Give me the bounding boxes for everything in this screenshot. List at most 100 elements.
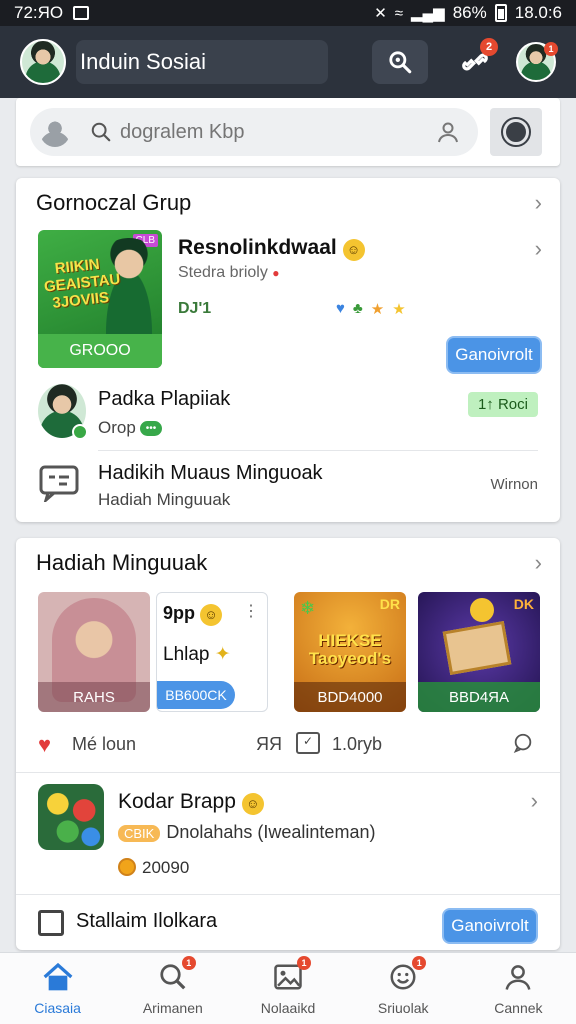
wifi-icon: ≈ [394, 4, 403, 22]
emoji-icon: ☺ [200, 603, 223, 626]
tile-line2: Lhlap ✦ [163, 644, 231, 665]
nav-label: Arimanen [142, 1000, 203, 1016]
nav-explore[interactable]: 1 Arimanen [115, 953, 230, 1024]
featured-group-meta: DJ'1 [178, 300, 212, 317]
gallery-tile[interactable]: 9pp ☺ ⋮ Lhlap ✦ BB600CK [156, 592, 268, 712]
vote-icon[interactable]: ✓ [296, 732, 320, 754]
nav-badge: 1 [181, 956, 196, 970]
tile-bar: BDD4000 [294, 682, 406, 712]
message-row[interactable]: Hadikih Muaus Minguoak Hadiah Minguuak W… [38, 458, 538, 514]
profile-filter-button[interactable] [490, 108, 542, 156]
app-chevron-icon[interactable]: › [531, 788, 538, 814]
like-label[interactable]: Mé loun [72, 734, 136, 755]
smiley-emoji-icon: ☺ [342, 238, 365, 261]
status-clock-right: 18.0:6 [514, 3, 562, 22]
member-rank-tag[interactable]: 1↑ Roci [467, 392, 538, 417]
more-options-icon[interactable]: ⋮ [243, 601, 259, 621]
status-bar: 72:ЯО ✕ ≈ ▂▄▆ 86% 18.0:6 [0, 0, 576, 26]
app-title[interactable]: Induin Sosiai [76, 40, 328, 84]
tile-bar: RAHS [38, 682, 150, 712]
app-title-text: Induin Sosiai [80, 49, 206, 74]
stall-title: Stallaim Ilolkara [76, 910, 218, 932]
featured-image-text: RIIKIN GEAISTAU 3JOVIIS [43, 255, 122, 312]
magnifier-icon [91, 122, 111, 142]
bottom-nav: Ciasaia 1 Arimanen 1 Nolaaikd 1 Sriuolak… [0, 952, 576, 1024]
chevron-right-icon[interactable]: › [535, 550, 542, 576]
nav-label: Ciasaia [34, 1000, 81, 1016]
tile-tag: DR [379, 596, 400, 612]
account-badge: 1 [544, 42, 558, 56]
weekly-card: Hadiah Minguuak › RAHS 9pp ☺ ⋮ Lhlap ✦ B… [16, 538, 560, 950]
app-subtitle: CBIK Dnolahahs (Iwealinteman) [118, 822, 375, 843]
stall-row[interactable]: Stallaim Ilolkara Ganoivrolt [38, 898, 538, 944]
sparkle-icon: ✦ [214, 644, 231, 665]
tile-pill-button[interactable]: BB600CK [157, 681, 235, 709]
nav-media[interactable]: 1 Nolaaikd [230, 953, 345, 1024]
app-icon [38, 784, 104, 850]
comment-icon[interactable] [512, 732, 534, 754]
dot-icon: ● [272, 266, 280, 280]
nav-activity[interactable]: 1 Sriuolak [346, 953, 461, 1024]
home-icon [41, 960, 75, 994]
chevron-right-icon[interactable]: › [535, 190, 542, 216]
notification-badge: 2 [480, 38, 498, 56]
message-subtitle: Hadiah Minguuak [98, 490, 231, 509]
clover-icon: ♣ [352, 300, 363, 317]
battery-percent: 86% [452, 3, 487, 22]
actions-row: ♥ Mé loun ЯЯ ✓ 1.0ryb [38, 730, 538, 760]
featured-group-title: Resnolinkdwaal ☺ [178, 236, 365, 261]
gallery-notification-icon [73, 6, 90, 20]
section-title-group: Gornoczal Grup [36, 190, 192, 215]
account-avatar[interactable]: 1 [516, 42, 558, 82]
image-icon: 1 [271, 956, 311, 994]
notifications-button[interactable]: 2 [456, 38, 498, 82]
group-card: Gornoczal Grup › CLB RIIKIN GEAISTAU 3JO… [16, 178, 560, 522]
tile-tag: DK [513, 596, 534, 612]
search-input[interactable] [120, 120, 436, 144]
tile-game-title: HIEKSE Taoyeod's [308, 631, 392, 668]
divider [16, 894, 560, 895]
user-outline-icon[interactable] [436, 120, 460, 144]
member-sub: Orop ••• [98, 418, 163, 438]
gallery-tile[interactable]: RAHS [38, 592, 150, 712]
gallery-tile[interactable]: DK BBD4ЯA [418, 592, 540, 712]
app-row[interactable]: Kodar Brapp ☺ CBIK Dnolahahs (Iwealintema… [38, 784, 538, 894]
search-box[interactable] [30, 108, 478, 156]
user-avatar-placeholder-icon [40, 117, 70, 147]
nav-label: Sriuolak [377, 1000, 429, 1016]
emoji-icon: ☺ [241, 792, 264, 815]
app-bar: Induin Sosiai 2 1 [0, 26, 576, 98]
nav-label: Nolaaikd [260, 1000, 316, 1016]
member-row[interactable]: Padka Plapiiak Orop ••• 1↑ Roci [38, 382, 538, 446]
star-orange-icon: ★ [370, 301, 385, 318]
featured-chevron-icon[interactable]: › [535, 236, 542, 262]
profile-avatar[interactable] [20, 39, 66, 85]
vote-count: 1.0ryb [332, 734, 383, 754]
divider [16, 772, 560, 773]
app-title: Kodar Brapp ☺ [118, 790, 264, 815]
heart-blue-icon: ♥ [336, 300, 345, 317]
message-timestamp: Wirnon [490, 476, 538, 493]
heart-icon[interactable]: ♥ [38, 732, 51, 758]
nav-badge: 1 [297, 956, 311, 970]
featured-group-image[interactable]: CLB RIIKIN GEAISTAU 3JOVIIS GROOO [38, 230, 162, 368]
bookmark-square-icon [38, 910, 64, 936]
gift-label[interactable]: ЯЯ [256, 734, 282, 755]
featured-image-bar: GROOO [38, 334, 162, 368]
nav-profile[interactable]: Cannek [461, 953, 576, 1024]
join-group-button[interactable]: Ganoivrolt [446, 336, 542, 374]
stall-action-button[interactable]: Ganoivrolt [442, 908, 538, 944]
app-chip: CBIK [118, 825, 161, 842]
coin-icon [470, 598, 494, 622]
search-button[interactable] [371, 40, 428, 84]
app-points: 20090 [118, 858, 189, 878]
person-icon [501, 960, 535, 994]
search-icon: 1 [156, 956, 196, 994]
gallery-tile[interactable]: ❄ DR HIEKSE Taoyeod's BDD4000 [294, 592, 406, 712]
member-chip: ••• [139, 421, 163, 437]
search-icon [389, 51, 411, 74]
nav-label: Cannek [494, 1000, 543, 1016]
nav-badge: 1 [412, 956, 427, 970]
profile-icon [501, 117, 531, 147]
nav-home[interactable]: Ciasaia [0, 953, 115, 1024]
